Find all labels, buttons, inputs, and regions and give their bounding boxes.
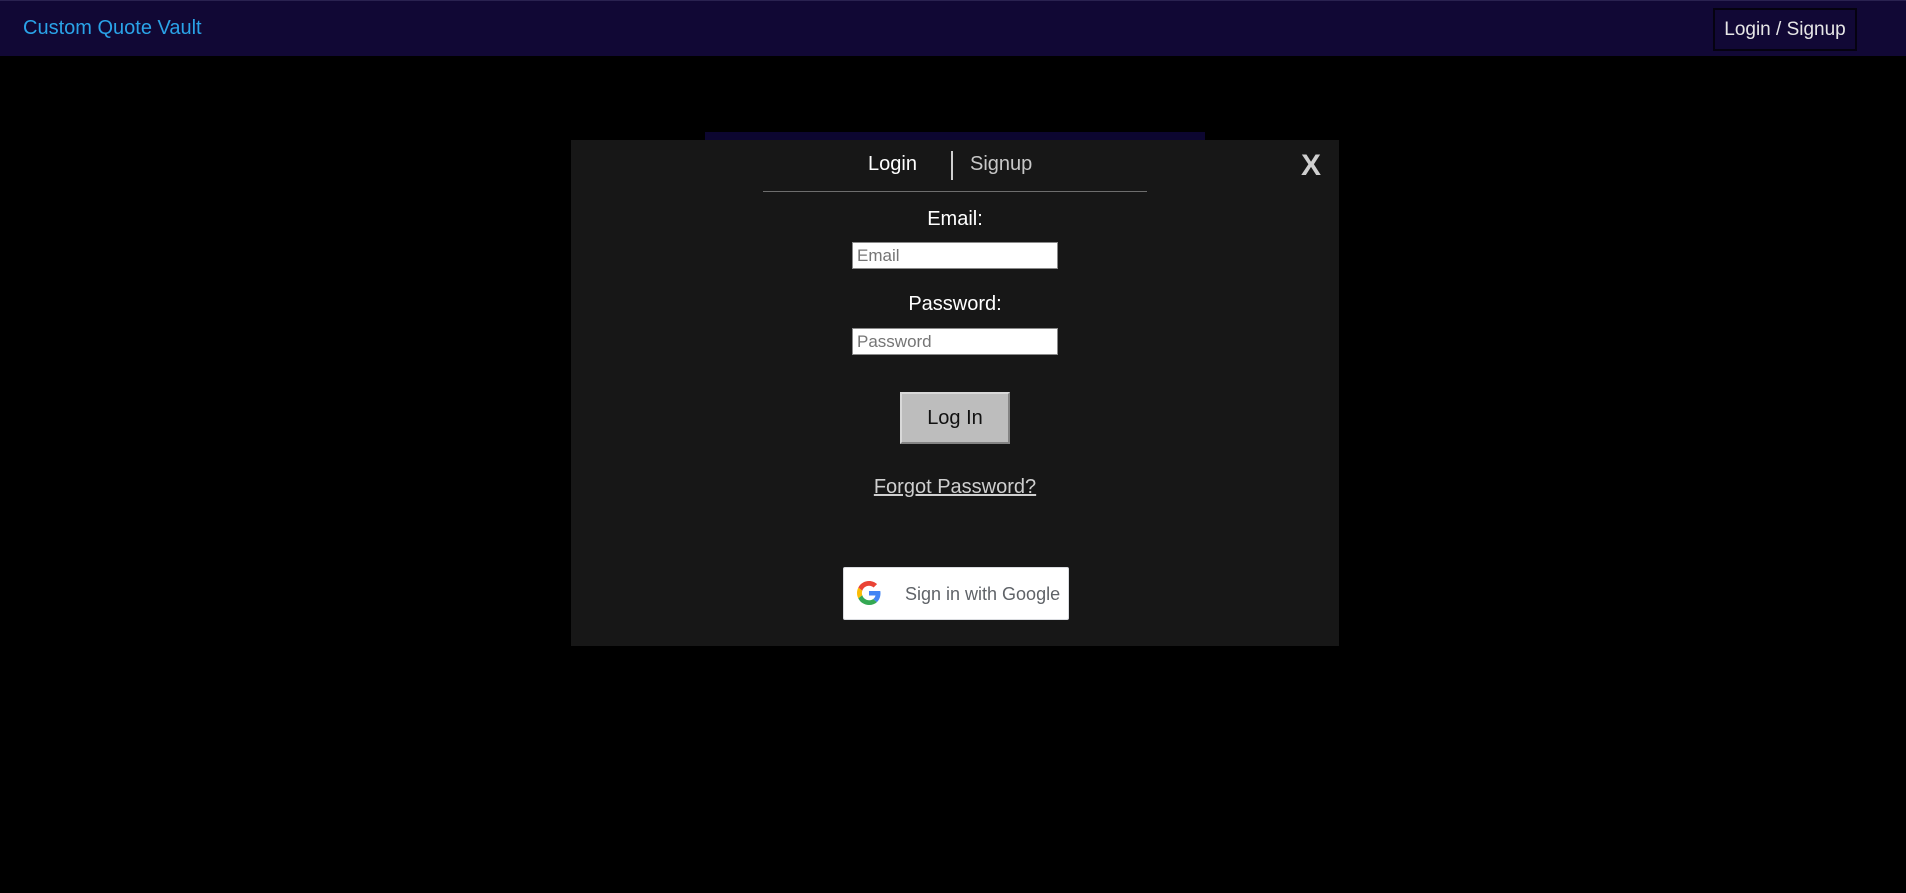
password-field[interactable] (852, 328, 1058, 355)
close-icon[interactable]: X (1301, 149, 1321, 183)
brand-link[interactable]: Custom Quote Vault (23, 17, 202, 40)
email-field[interactable] (852, 242, 1058, 269)
forgot-password-link[interactable]: Forgot Password? (874, 476, 1036, 498)
login-modal: Login Signup X Email: Password: Log In F… (571, 140, 1339, 646)
auth-tabs: Login Signup (763, 140, 1147, 192)
tab-login[interactable]: Login (868, 153, 917, 176)
login-signup-button[interactable]: Login / Signup (1713, 8, 1857, 51)
top-navbar: Custom Quote Vault Login / Signup (0, 0, 1906, 56)
log-in-button[interactable]: Log In (900, 392, 1010, 444)
google-sign-in-button[interactable]: Sign in with Google (843, 567, 1069, 620)
google-sign-in-label: Sign in with Google (905, 584, 1061, 604)
tab-signup[interactable]: Signup (970, 153, 1032, 176)
forgot-password-row: Forgot Password? (571, 476, 1339, 499)
email-label: Email: (927, 208, 983, 230)
google-g-icon (857, 581, 881, 605)
password-label: Password: (908, 293, 1002, 315)
background-panel-edge (705, 132, 1205, 140)
tab-separator (951, 151, 953, 180)
